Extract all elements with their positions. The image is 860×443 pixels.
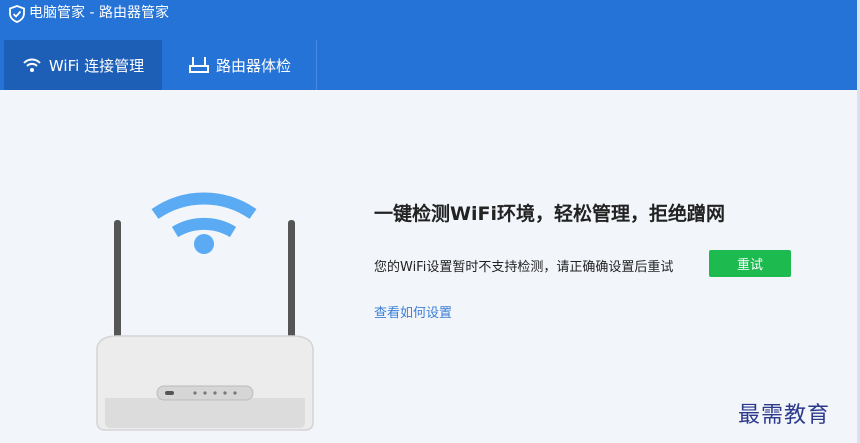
headline: 一键检测WiFi环境，轻松管理，拒绝蹭网 — [374, 203, 725, 225]
window-title: 电脑管家 - 路由器管家 — [29, 5, 169, 21]
help-link[interactable]: 查看如何设置 — [374, 302, 452, 321]
tab-router-checkup[interactable]: 路由器体检 — [164, 40, 317, 90]
router-led — [193, 391, 197, 395]
shield-check-icon — [9, 5, 25, 23]
wifi-signal-dot — [194, 234, 214, 254]
tab-wifi-management[interactable]: WiFi 连接管理 — [4, 40, 162, 90]
router-led — [203, 391, 207, 395]
router-antenna-left — [114, 220, 121, 340]
tab-label: WiFi 连接管理 — [48, 56, 145, 75]
wifi-signal-arc-inner — [171, 217, 237, 238]
router-wifi-illustration — [96, 192, 314, 431]
tab-label: 路由器体检 — [215, 56, 291, 75]
wifi-signal-arc-outer — [151, 192, 257, 219]
title-bar: 电脑管家 - 路由器管家 — [0, 0, 860, 40]
retry-button[interactable]: 重试 — [709, 250, 791, 277]
router-led — [223, 391, 227, 395]
wifi-icon — [23, 58, 41, 72]
router-led — [213, 391, 217, 395]
status-message: 您的WiFi设置暂时不支持检测，请正确确设置后重试 — [374, 260, 674, 275]
router-led — [165, 391, 174, 395]
router-antenna-right — [288, 220, 295, 340]
tab-bar: WiFi 连接管理 路由器体检 — [0, 40, 860, 90]
watermark: 最需教育 — [738, 403, 831, 428]
router-led — [233, 391, 237, 395]
router-base — [105, 398, 305, 428]
router-icon — [188, 57, 209, 73]
